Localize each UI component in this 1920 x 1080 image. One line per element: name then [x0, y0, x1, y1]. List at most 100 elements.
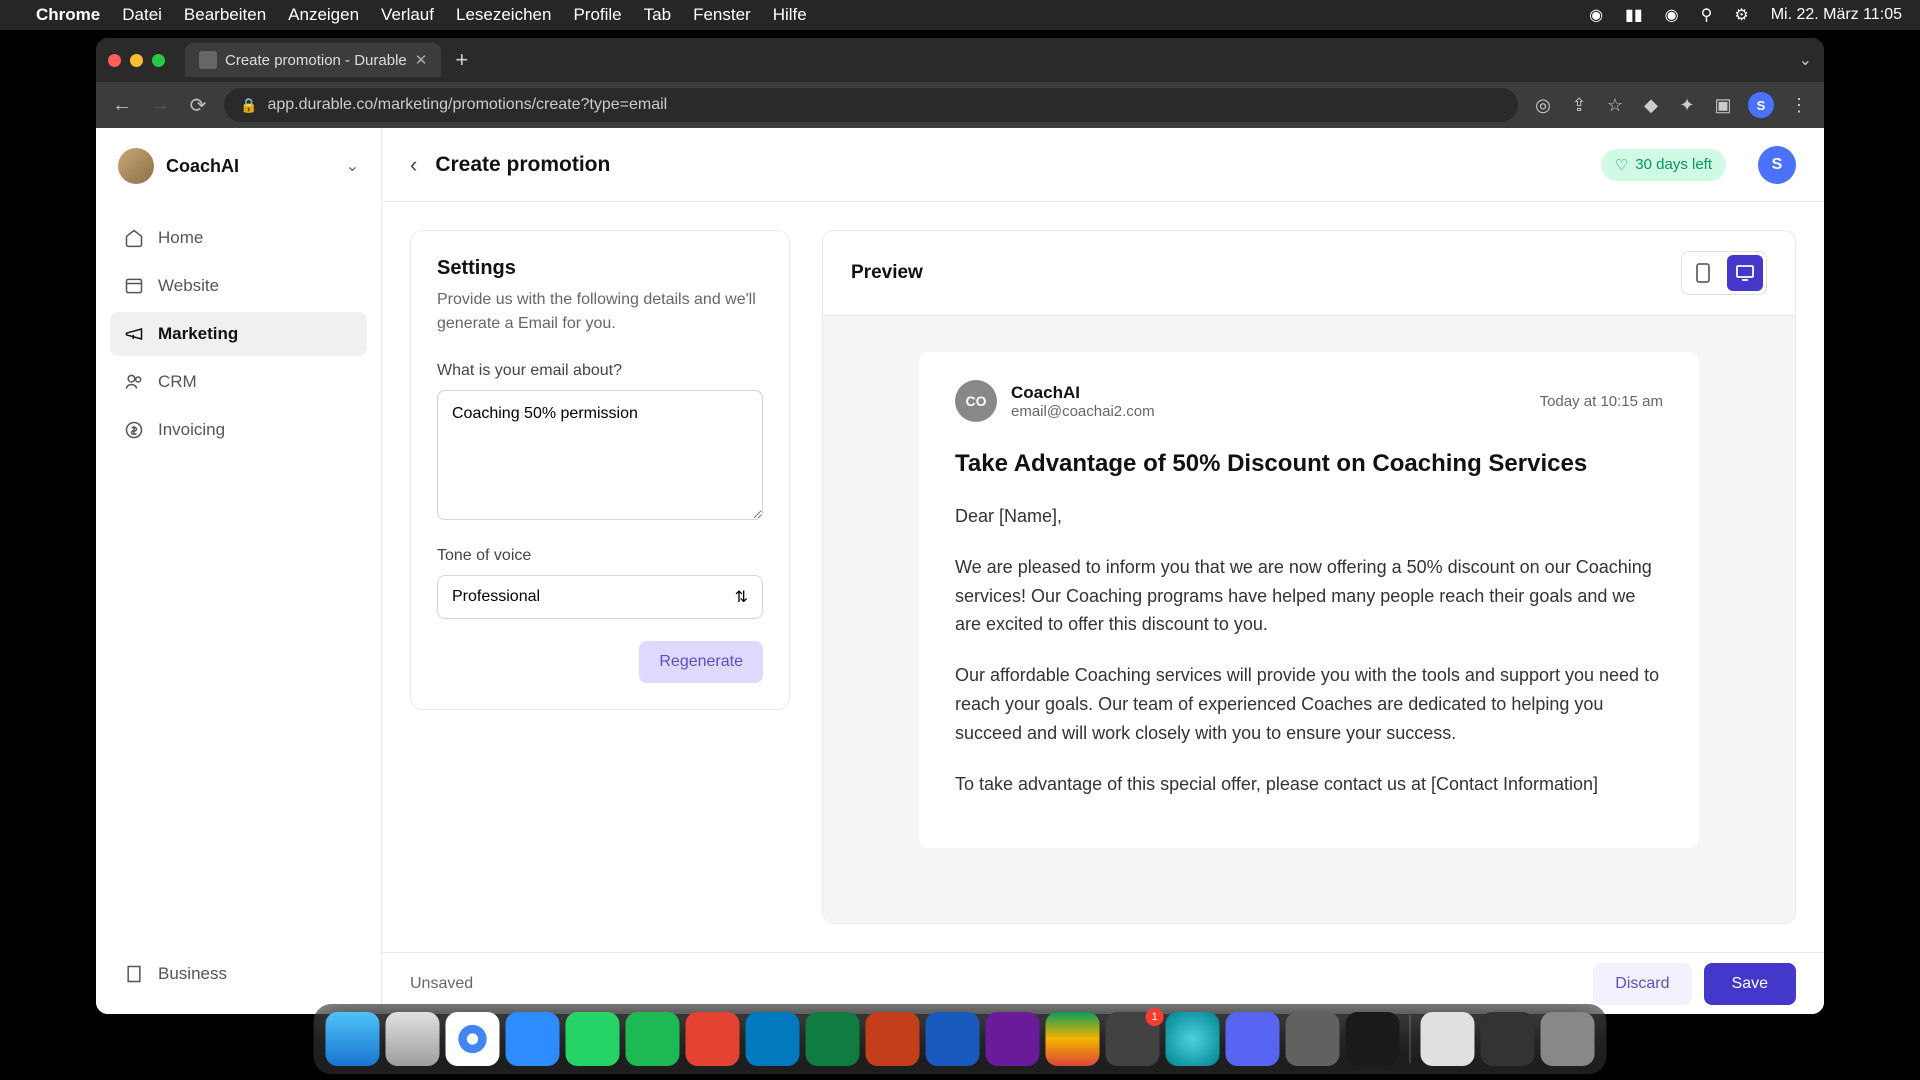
tone-select[interactable]: Professional ⇅ — [437, 575, 763, 619]
finder-icon[interactable] — [326, 1012, 380, 1066]
org-switcher[interactable]: CoachAI ⌄ — [96, 128, 381, 204]
record-icon[interactable]: ◉ — [1589, 5, 1603, 25]
email-timestamp: Today at 10:15 am — [1540, 393, 1663, 410]
main: ‹ Create promotion ♡ 30 days left S Sett… — [382, 128, 1824, 1014]
extensions-icon[interactable]: ✦ — [1676, 94, 1698, 116]
email-about-input[interactable] — [437, 390, 763, 520]
bookmark-icon[interactable]: ☆ — [1604, 94, 1626, 116]
settings-description: Provide us with the following details an… — [437, 288, 763, 336]
menubar-item[interactable]: Tab — [644, 5, 671, 25]
discard-button[interactable]: Discard — [1593, 963, 1691, 1005]
drive-icon[interactable] — [1046, 1012, 1100, 1066]
trash-icon[interactable] — [1541, 1012, 1595, 1066]
nav-label: Home — [158, 228, 203, 248]
preview-title: Preview — [851, 262, 923, 284]
maximize-window-button[interactable] — [152, 54, 165, 67]
nav-label: Website — [158, 276, 219, 296]
profile-avatar[interactable]: S — [1748, 92, 1774, 118]
sidebar-item-invoicing[interactable]: Invoicing — [110, 408, 367, 452]
google-lens-icon[interactable]: ◎ — [1532, 94, 1554, 116]
back-button[interactable]: ← — [110, 94, 134, 117]
forward-button[interactable]: → — [148, 94, 172, 117]
building-icon — [124, 964, 144, 984]
spotify-icon[interactable] — [626, 1012, 680, 1066]
excel-icon[interactable] — [806, 1012, 860, 1066]
window-icon — [124, 276, 144, 296]
reload-button[interactable]: ⟳ — [186, 93, 210, 118]
browser-tab[interactable]: Create promotion - Durable ✕ — [185, 43, 441, 77]
page-header: ‹ Create promotion ♡ 30 days left S — [382, 128, 1824, 202]
more-icon[interactable]: ⋮ — [1788, 94, 1810, 116]
sidebar-item-business[interactable]: Business — [110, 952, 367, 996]
menubar-item[interactable]: Verlauf — [381, 5, 434, 25]
quicktime-icon[interactable] — [1286, 1012, 1340, 1066]
email-card: CO CoachAI email@coachai2.com Today at 1… — [919, 352, 1699, 848]
settings-title: Settings — [437, 257, 763, 280]
launchpad-icon[interactable] — [1481, 1012, 1535, 1066]
menubar-item[interactable]: Fenster — [693, 5, 751, 25]
close-tab-icon[interactable]: ✕ — [415, 51, 428, 69]
share-icon[interactable]: ⇪ — [1568, 94, 1590, 116]
tab-overflow-icon[interactable]: ⌄ — [1799, 50, 1812, 70]
minimize-window-button[interactable] — [130, 54, 143, 67]
powerpoint-icon[interactable] — [866, 1012, 920, 1066]
control-center-icon[interactable]: ⚙ — [1734, 5, 1748, 25]
chevron-down-icon: ⌄ — [346, 156, 359, 176]
imovie-icon[interactable] — [986, 1012, 1040, 1066]
sidebar-item-crm[interactable]: CRM — [110, 360, 367, 404]
app-icon[interactable] — [1166, 1012, 1220, 1066]
side-panel-icon[interactable]: ▣ — [1712, 94, 1734, 116]
traffic-lights — [108, 54, 165, 67]
menubar-item[interactable]: Lesezeichen — [456, 5, 551, 25]
nav-label: CRM — [158, 372, 197, 392]
trial-label: 30 days left — [1635, 156, 1712, 173]
menubar-item[interactable]: Datei — [122, 5, 162, 25]
menubar-item[interactable]: Profile — [573, 5, 621, 25]
sidebar-item-marketing[interactable]: Marketing — [110, 312, 367, 356]
discord-icon[interactable] — [1226, 1012, 1280, 1066]
sender-info: CoachAI email@coachai2.com — [1011, 383, 1526, 420]
desktop-preview-button[interactable] — [1727, 255, 1763, 291]
email-body: Dear [Name], We are pleased to inform yo… — [955, 502, 1663, 798]
wifi-icon[interactable]: ◉ — [1665, 5, 1679, 25]
back-arrow-icon[interactable]: ‹ — [410, 152, 417, 178]
sidebar-item-website[interactable]: Website — [110, 264, 367, 308]
menubar-item[interactable]: Anzeigen — [288, 5, 359, 25]
close-window-button[interactable] — [108, 54, 121, 67]
menubar-item[interactable]: Bearbeiten — [184, 5, 266, 25]
word-icon[interactable] — [926, 1012, 980, 1066]
mobile-preview-button[interactable] — [1685, 255, 1721, 291]
badge: 1 — [1146, 1008, 1164, 1026]
sidebar-item-home[interactable]: Home — [110, 216, 367, 260]
nav-label: Invoicing — [158, 420, 225, 440]
folder-icon[interactable] — [1421, 1012, 1475, 1066]
heart-icon: ♡ — [1615, 156, 1628, 174]
todoist-icon[interactable] — [686, 1012, 740, 1066]
new-tab-button[interactable]: + — [455, 47, 468, 73]
battery-icon[interactable]: ▮▮ — [1625, 5, 1643, 25]
tab-title: Create promotion - Durable — [225, 52, 407, 69]
menubar-app[interactable]: Chrome — [36, 5, 100, 25]
dock-separator — [1410, 1015, 1411, 1063]
search-icon[interactable]: ⚲ — [1701, 5, 1713, 25]
extension-icon[interactable]: ◆ — [1640, 94, 1662, 116]
address-bar[interactable]: 🔒 app.durable.co/marketing/promotions/cr… — [224, 88, 1518, 122]
content: Settings Provide us with the following d… — [382, 202, 1824, 952]
zoom-icon[interactable] — [506, 1012, 560, 1066]
sidebar-bottom: Business — [96, 937, 381, 1014]
clock[interactable]: Mi. 22. März 11:05 — [1771, 6, 1902, 24]
user-avatar[interactable]: S — [1758, 146, 1796, 184]
regenerate-button[interactable]: Regenerate — [639, 641, 763, 683]
menubar-item[interactable]: Hilfe — [773, 5, 807, 25]
email-subject: Take Advantage of 50% Discount on Coachi… — [955, 450, 1663, 478]
whatsapp-icon[interactable] — [566, 1012, 620, 1066]
home-icon — [124, 228, 144, 248]
chrome-icon[interactable] — [446, 1012, 500, 1066]
settings-icon[interactable]: 1 — [1106, 1012, 1160, 1066]
save-button[interactable]: Save — [1704, 963, 1796, 1005]
safari-icon[interactable] — [386, 1012, 440, 1066]
trello-icon[interactable] — [746, 1012, 800, 1066]
audio-icon[interactable] — [1346, 1012, 1400, 1066]
preview-body: CO CoachAI email@coachai2.com Today at 1… — [823, 316, 1795, 923]
trial-badge[interactable]: ♡ 30 days left — [1601, 149, 1726, 181]
